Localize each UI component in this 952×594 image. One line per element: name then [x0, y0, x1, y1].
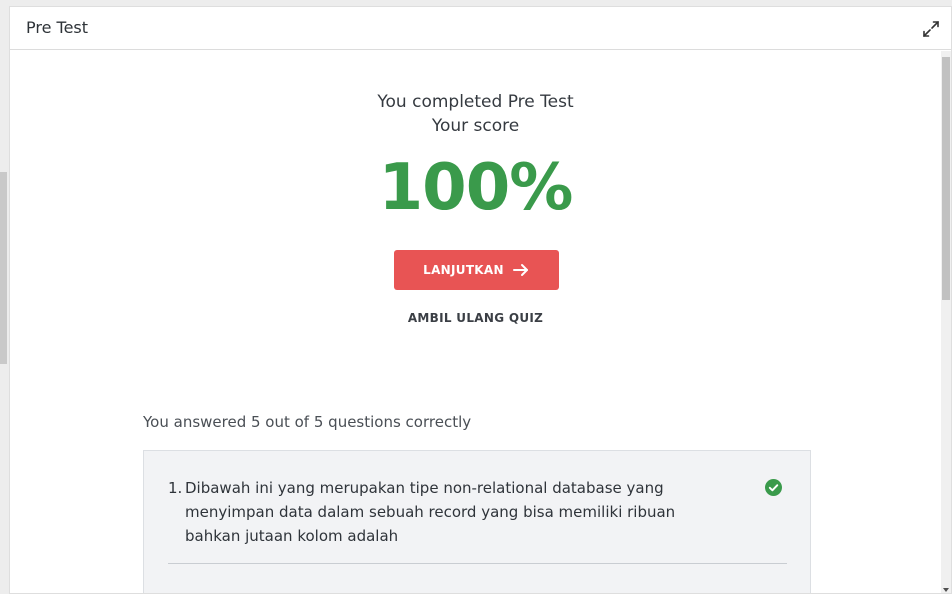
modal-scrollbar-thumb[interactable] [942, 57, 950, 300]
modal-title: Pre Test [26, 18, 89, 37]
expand-icon[interactable] [921, 19, 941, 39]
modal-content: You completed Pre Test Your score 100% L… [10, 51, 941, 593]
check-circle-icon [765, 479, 782, 496]
question-text-block: 1. Dibawah ini yang merupakan tipe non-r… [168, 476, 728, 548]
question-divider [168, 563, 787, 564]
question-card: 1. Dibawah ini yang merupakan tipe non-r… [143, 450, 811, 593]
modal-scrollbar[interactable] [941, 51, 951, 593]
score-value: 100% [378, 151, 574, 225]
modal-header: Pre Test [10, 7, 951, 50]
continue-button-label: LANJUTKAN [423, 263, 504, 277]
question-text: Dibawah ini yang merupakan tipe non-rela… [185, 479, 676, 545]
page-scrollbar[interactable] [0, 0, 9, 594]
score-label: Your score [431, 116, 520, 136]
retake-quiz-button[interactable]: AMBIL ULANG QUIZ [10, 311, 941, 325]
pretest-modal: Pre Test You completed Pre Test Your sco… [9, 6, 952, 594]
answers-summary: You answered 5 out of 5 questions correc… [143, 413, 472, 431]
page-scrollbar-thumb[interactable] [0, 172, 7, 364]
arrow-right-icon [512, 263, 530, 277]
completed-message: You completed Pre Test [377, 92, 574, 112]
question-number: 1. [168, 479, 183, 497]
scroll-down-arrow-icon[interactable] [943, 588, 949, 592]
continue-button[interactable]: LANJUTKAN [394, 250, 559, 290]
